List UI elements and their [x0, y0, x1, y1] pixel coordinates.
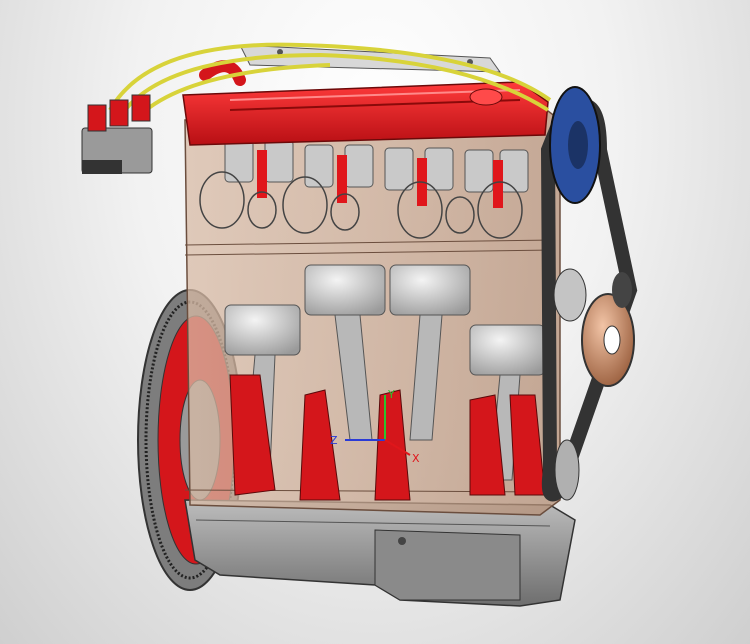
cad-viewport[interactable]: Y Z X [0, 0, 750, 644]
engine-model[interactable]: Y Z X [0, 0, 750, 644]
valve-cover[interactable] [182, 60, 549, 146]
ignition-coil-pack[interactable] [81, 94, 153, 174]
timing-belt-assembly[interactable] [540, 86, 638, 502]
triad-x-label: X [412, 452, 420, 465]
oil-pan[interactable] [184, 499, 576, 607]
triad-z-label: Z [330, 434, 338, 447]
triad-y-label: Y [387, 388, 395, 401]
